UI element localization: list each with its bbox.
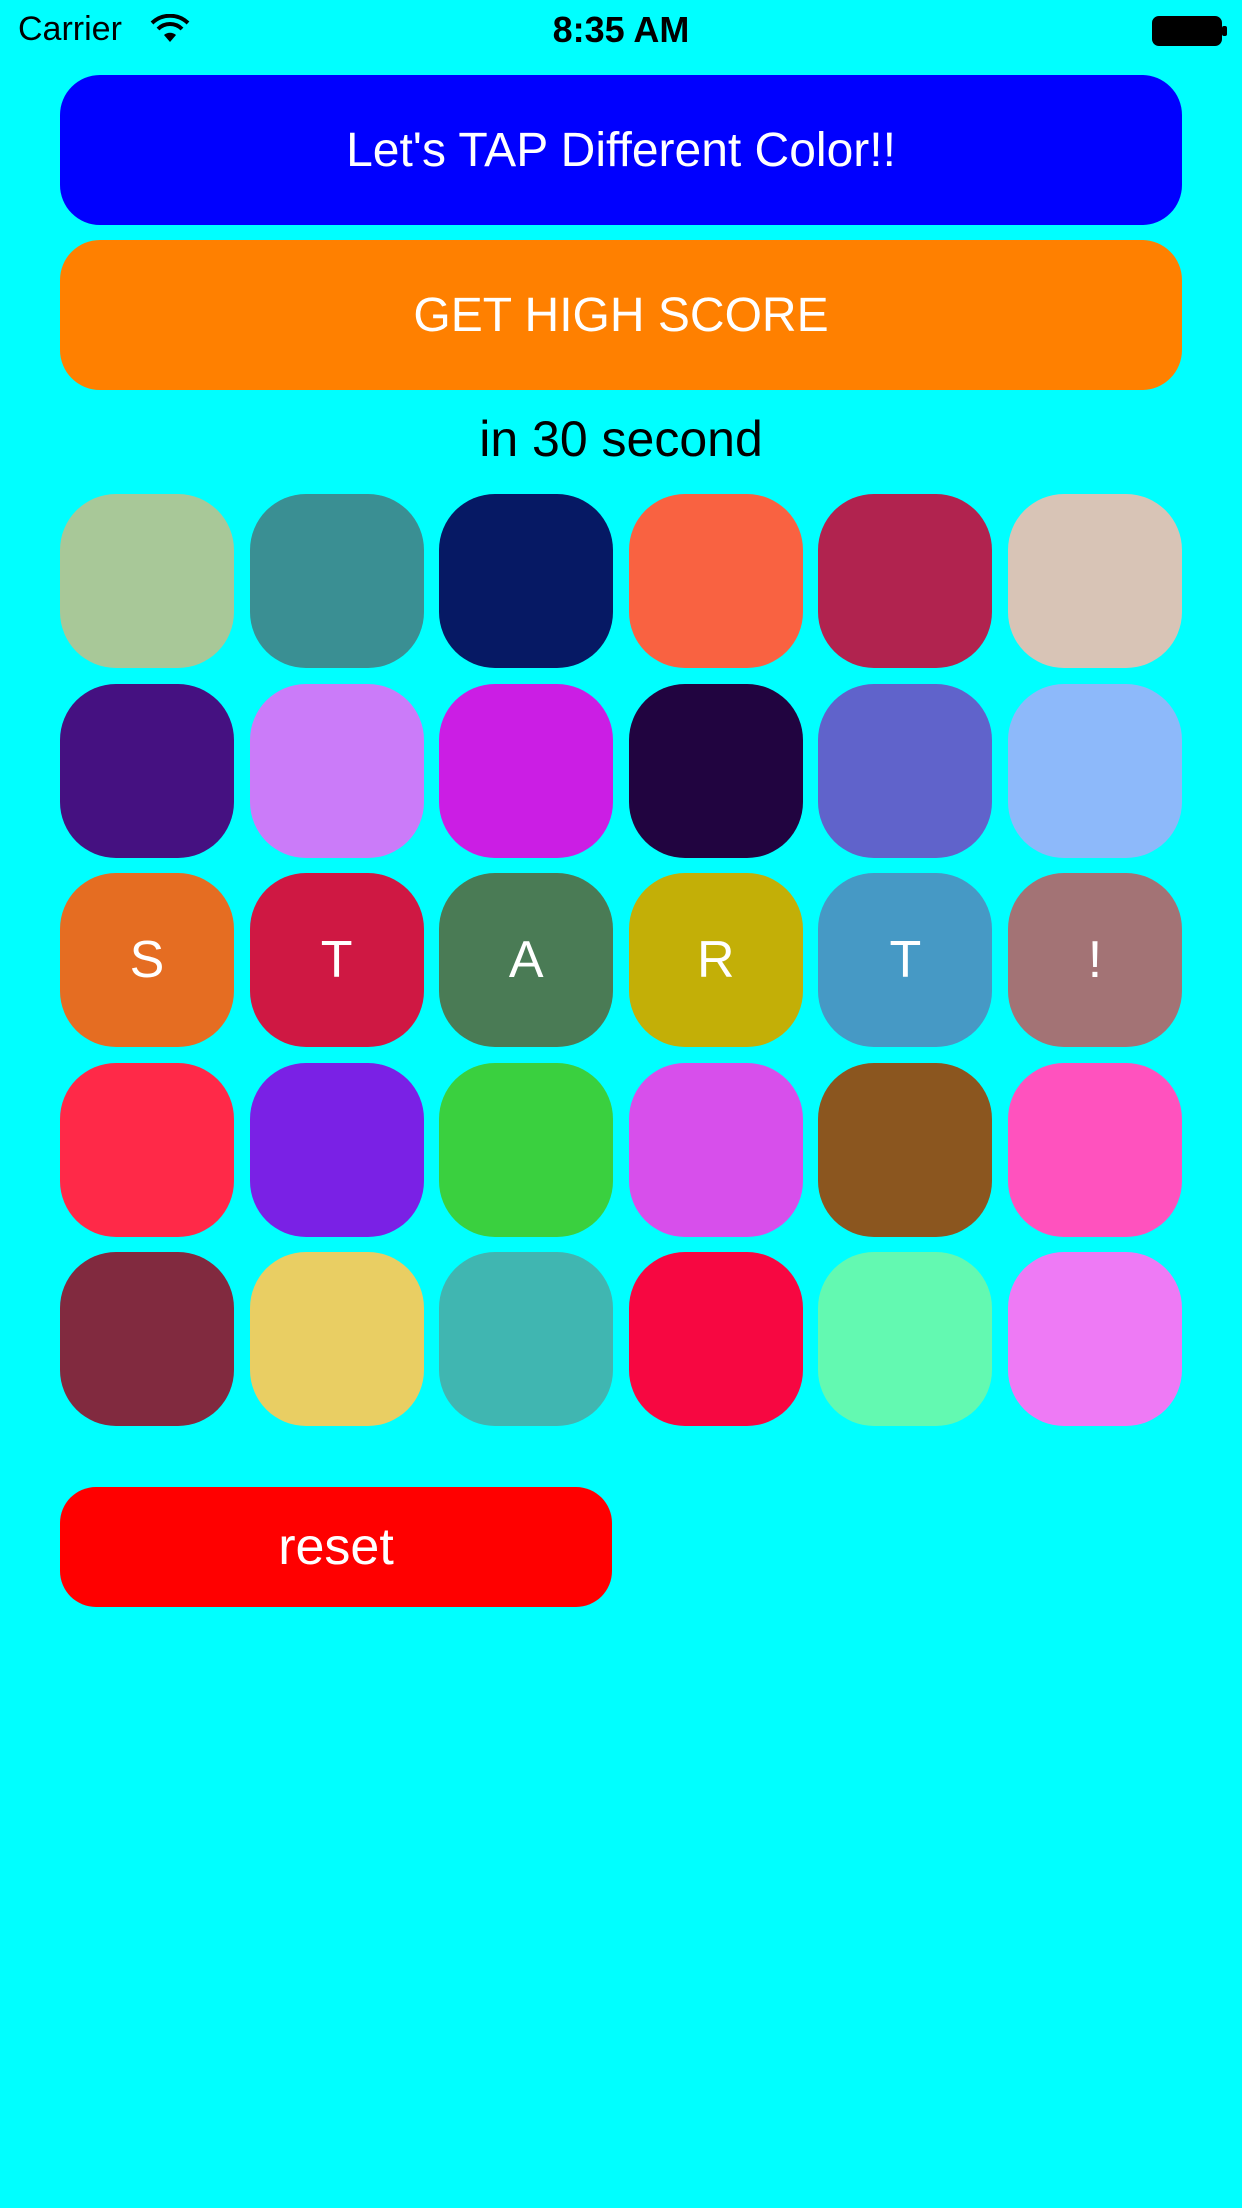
reset-button[interactable]: reset	[60, 1487, 612, 1607]
battery-icon	[1152, 16, 1228, 46]
status-bar: Carrier 8:35 AM	[0, 0, 1242, 60]
color-tile[interactable]: T	[818, 873, 993, 1048]
color-tile[interactable]	[249, 1062, 424, 1237]
color-tile[interactable]	[818, 1062, 993, 1237]
color-tile[interactable]	[439, 1252, 614, 1427]
color-tile[interactable]	[818, 1252, 993, 1427]
color-tile[interactable]	[60, 494, 234, 668]
color-tile[interactable]: A	[439, 873, 614, 1048]
color-tile[interactable]: !	[1007, 873, 1182, 1048]
time-limit-label: in 30 second	[479, 411, 763, 467]
color-tile[interactable]	[628, 1252, 803, 1427]
color-tile[interactable]	[439, 1062, 614, 1237]
color-tile[interactable]	[818, 494, 993, 668]
color-tile[interactable]	[1007, 1062, 1182, 1237]
game-screen: Carrier 8:35 AM Let's TAP Different Colo…	[0, 0, 1242, 2208]
color-tile[interactable]	[628, 1062, 803, 1237]
color-tile[interactable]: T	[249, 873, 424, 1048]
color-tile[interactable]	[1007, 494, 1182, 668]
color-tile[interactable]	[249, 683, 424, 858]
color-tile[interactable]	[60, 1062, 234, 1237]
color-tile[interactable]	[439, 494, 614, 668]
title-banner: Let's TAP Different Color!!	[60, 75, 1182, 225]
color-tile[interactable]	[1007, 1252, 1182, 1427]
color-tile[interactable]	[60, 683, 234, 858]
get-high-score-button[interactable]: GET HIGH SCORE	[60, 240, 1182, 390]
color-tile[interactable]	[60, 1252, 234, 1427]
color-tile[interactable]: R	[628, 873, 803, 1048]
color-tile[interactable]	[628, 683, 803, 858]
color-tile[interactable]	[249, 1252, 424, 1427]
color-tile[interactable]	[818, 683, 993, 858]
color-tile[interactable]	[439, 683, 614, 858]
color-tile-grid: S T A R T!	[60, 494, 1182, 1427]
color-tile[interactable]	[628, 494, 803, 668]
color-tile[interactable]	[1007, 683, 1182, 858]
color-tile[interactable]: S	[60, 873, 234, 1048]
color-tile[interactable]	[249, 494, 424, 668]
status-time: 8:35 AM	[552, 9, 690, 50]
